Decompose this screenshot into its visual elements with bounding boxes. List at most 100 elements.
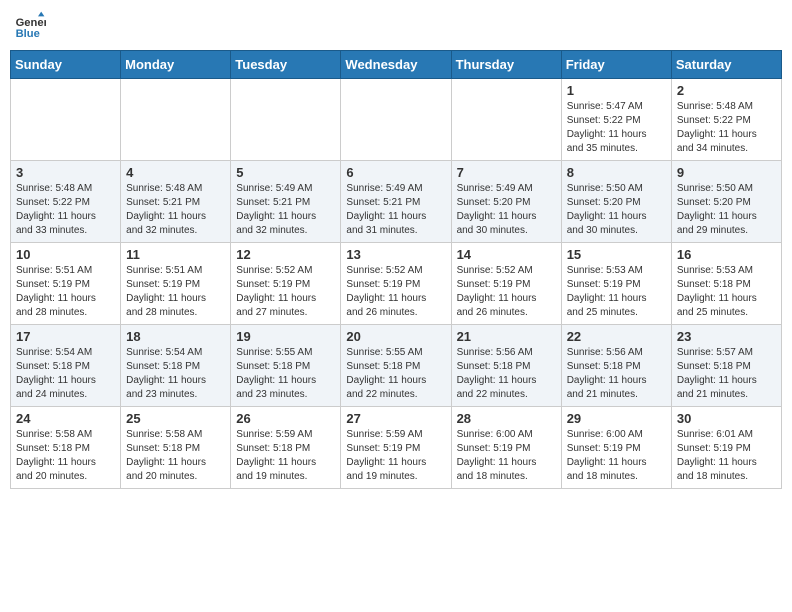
calendar-week-row: 1 Sunrise: 5:47 AM Sunset: 5:22 PM Daylig… [11,79,782,161]
day-info: Sunrise: 5:57 AM Sunset: 5:18 PM Dayligh… [677,346,776,402]
day-number: 23 [677,329,776,344]
calendar-cell: 1 Sunrise: 5:47 AM Sunset: 5:22 PM Daylig… [561,79,671,161]
day-info: Sunrise: 5:55 AM Sunset: 5:18 PM Dayligh… [236,346,335,402]
day-info: Sunrise: 5:56 AM Sunset: 5:18 PM Dayligh… [567,346,666,402]
day-info: Sunrise: 5:53 AM Sunset: 5:19 PM Dayligh… [567,264,666,320]
day-info: Sunrise: 5:54 AM Sunset: 5:18 PM Dayligh… [16,346,115,402]
day-info: Sunrise: 5:48 AM Sunset: 5:22 PM Dayligh… [677,100,776,156]
day-info: Sunrise: 5:51 AM Sunset: 5:19 PM Dayligh… [16,264,115,320]
logo-icon: General Blue [14,10,46,42]
calendar-cell: 13 Sunrise: 5:52 AM Sunset: 5:19 PM Dayli… [341,243,451,325]
weekday-header: Saturday [671,51,781,79]
calendar-cell: 28 Sunrise: 6:00 AM Sunset: 5:19 PM Dayli… [451,407,561,489]
day-info: Sunrise: 5:52 AM Sunset: 5:19 PM Dayligh… [346,264,445,320]
day-info: Sunrise: 5:53 AM Sunset: 5:18 PM Dayligh… [677,264,776,320]
calendar-cell: 19 Sunrise: 5:55 AM Sunset: 5:18 PM Dayli… [231,325,341,407]
day-number: 9 [677,165,776,180]
weekday-header: Friday [561,51,671,79]
day-number: 4 [126,165,225,180]
calendar-cell: 2 Sunrise: 5:48 AM Sunset: 5:22 PM Daylig… [671,79,781,161]
calendar-cell [341,79,451,161]
day-number: 30 [677,411,776,426]
calendar-cell: 5 Sunrise: 5:49 AM Sunset: 5:21 PM Daylig… [231,161,341,243]
calendar-cell: 8 Sunrise: 5:50 AM Sunset: 5:20 PM Daylig… [561,161,671,243]
day-number: 1 [567,83,666,98]
day-info: Sunrise: 5:58 AM Sunset: 5:18 PM Dayligh… [126,428,225,484]
calendar-cell: 4 Sunrise: 5:48 AM Sunset: 5:21 PM Daylig… [121,161,231,243]
day-info: Sunrise: 5:50 AM Sunset: 5:20 PM Dayligh… [567,182,666,238]
day-number: 27 [346,411,445,426]
day-number: 25 [126,411,225,426]
day-info: Sunrise: 5:48 AM Sunset: 5:21 PM Dayligh… [126,182,225,238]
day-number: 5 [236,165,335,180]
day-number: 29 [567,411,666,426]
calendar-cell: 18 Sunrise: 5:54 AM Sunset: 5:18 PM Dayli… [121,325,231,407]
calendar-week-row: 10 Sunrise: 5:51 AM Sunset: 5:19 PM Dayli… [11,243,782,325]
calendar-cell: 11Sunrise: 5:51 AM Sunset: 5:19 PM Dayli… [121,243,231,325]
weekday-header: Sunday [11,51,121,79]
day-info: Sunrise: 5:55 AM Sunset: 5:18 PM Dayligh… [346,346,445,402]
day-number: 20 [346,329,445,344]
day-number: 22 [567,329,666,344]
day-number: 26 [236,411,335,426]
calendar-table: SundayMondayTuesdayWednesdayThursdayFrid… [10,50,782,489]
calendar-cell: 15 Sunrise: 5:53 AM Sunset: 5:19 PM Dayli… [561,243,671,325]
day-number: 11 [126,247,225,262]
day-info: Sunrise: 5:52 AM Sunset: 5:19 PM Dayligh… [457,264,556,320]
day-number: 28 [457,411,556,426]
day-info: Sunrise: 5:54 AM Sunset: 5:18 PM Dayligh… [126,346,225,402]
weekday-header-row: SundayMondayTuesdayWednesdayThursdayFrid… [11,51,782,79]
page-header: General Blue [10,10,782,42]
day-number: 15 [567,247,666,262]
day-info: Sunrise: 5:49 AM Sunset: 5:21 PM Dayligh… [236,182,335,238]
calendar-cell: 20 Sunrise: 5:55 AM Sunset: 5:18 PM Dayli… [341,325,451,407]
calendar-cell: 9 Sunrise: 5:50 AM Sunset: 5:20 PM Daylig… [671,161,781,243]
day-number: 2 [677,83,776,98]
calendar-week-row: 17 Sunrise: 5:54 AM Sunset: 5:18 PM Dayli… [11,325,782,407]
day-number: 19 [236,329,335,344]
day-info: Sunrise: 5:50 AM Sunset: 5:20 PM Dayligh… [677,182,776,238]
calendar-cell: 21 Sunrise: 5:56 AM Sunset: 5:18 PM Dayli… [451,325,561,407]
calendar-cell: 23 Sunrise: 5:57 AM Sunset: 5:18 PM Dayli… [671,325,781,407]
day-info: Sunrise: 6:00 AM Sunset: 5:19 PM Dayligh… [457,428,556,484]
logo: General Blue [14,10,52,42]
calendar-cell: 3Sunrise: 5:48 AM Sunset: 5:22 PM Daylig… [11,161,121,243]
day-info: Sunrise: 5:56 AM Sunset: 5:18 PM Dayligh… [457,346,556,402]
day-number: 8 [567,165,666,180]
day-info: Sunrise: 5:48 AM Sunset: 5:22 PM Dayligh… [16,182,115,238]
day-number: 12 [236,247,335,262]
day-number: 18 [126,329,225,344]
day-number: 17 [16,329,115,344]
day-number: 10 [16,247,115,262]
calendar-cell [121,79,231,161]
svg-text:Blue: Blue [16,28,40,40]
calendar-cell: 25 Sunrise: 5:58 AM Sunset: 5:18 PM Dayli… [121,407,231,489]
calendar-cell [451,79,561,161]
calendar-cell: 14 Sunrise: 5:52 AM Sunset: 5:19 PM Dayli… [451,243,561,325]
day-info: Sunrise: 5:49 AM Sunset: 5:20 PM Dayligh… [457,182,556,238]
day-info: Sunrise: 5:59 AM Sunset: 5:18 PM Dayligh… [236,428,335,484]
calendar-cell: 6 Sunrise: 5:49 AM Sunset: 5:21 PM Daylig… [341,161,451,243]
day-info: Sunrise: 5:52 AM Sunset: 5:19 PM Dayligh… [236,264,335,320]
day-info: Sunrise: 6:00 AM Sunset: 5:19 PM Dayligh… [567,428,666,484]
day-number: 6 [346,165,445,180]
day-number: 14 [457,247,556,262]
calendar-cell: 16Sunrise: 5:53 AM Sunset: 5:18 PM Dayli… [671,243,781,325]
day-info: Sunrise: 6:01 AM Sunset: 5:19 PM Dayligh… [677,428,776,484]
day-info: Sunrise: 5:47 AM Sunset: 5:22 PM Dayligh… [567,100,666,156]
calendar-week-row: 24 Sunrise: 5:58 AM Sunset: 5:18 PM Dayli… [11,407,782,489]
weekday-header: Tuesday [231,51,341,79]
day-info: Sunrise: 5:59 AM Sunset: 5:19 PM Dayligh… [346,428,445,484]
day-info: Sunrise: 5:49 AM Sunset: 5:21 PM Dayligh… [346,182,445,238]
day-number: 21 [457,329,556,344]
calendar-cell [11,79,121,161]
calendar-cell: 22 Sunrise: 5:56 AM Sunset: 5:18 PM Dayli… [561,325,671,407]
calendar-cell: 10 Sunrise: 5:51 AM Sunset: 5:19 PM Dayli… [11,243,121,325]
day-info: Sunrise: 5:58 AM Sunset: 5:18 PM Dayligh… [16,428,115,484]
calendar-cell: 7 Sunrise: 5:49 AM Sunset: 5:20 PM Daylig… [451,161,561,243]
day-number: 13 [346,247,445,262]
calendar-cell: 12 Sunrise: 5:52 AM Sunset: 5:19 PM Dayli… [231,243,341,325]
day-number: 24 [16,411,115,426]
day-number: 7 [457,165,556,180]
calendar-cell: 24 Sunrise: 5:58 AM Sunset: 5:18 PM Dayli… [11,407,121,489]
